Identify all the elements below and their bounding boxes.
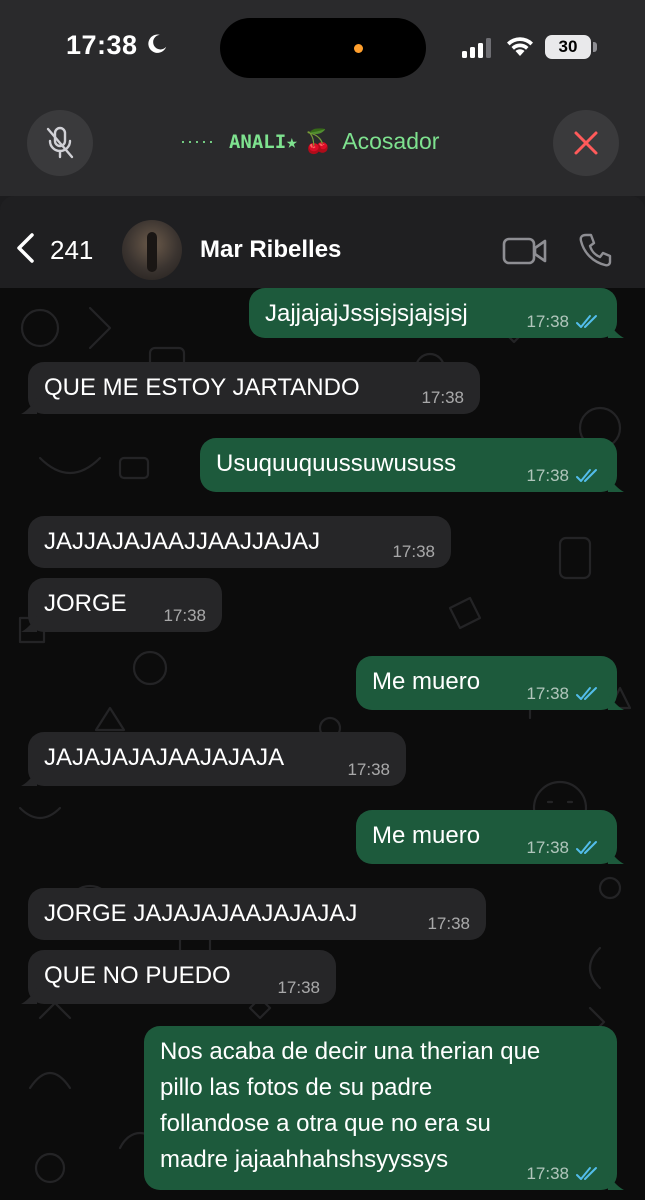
incoming-message[interactable]: JAJJAJAJAAJJAAJJAJAJ 17:38 bbox=[28, 516, 451, 568]
bubble-tail bbox=[608, 694, 624, 710]
message-timestamp: 17:38 bbox=[277, 978, 320, 997]
message-meta: 17:38 bbox=[526, 312, 601, 332]
avatar-photo-figure bbox=[147, 232, 157, 272]
message-timestamp: 17:38 bbox=[163, 606, 206, 625]
message-text: JAJAJAJAJAAJAJAJA bbox=[44, 744, 285, 771]
message-meta: 17:38 bbox=[526, 1164, 601, 1184]
video-call-icon[interactable] bbox=[502, 236, 548, 266]
status-bar: 17:38 30 bbox=[0, 0, 645, 96]
message-text: JORGE JAJAJAJAAJAJAJAJ bbox=[44, 900, 358, 927]
end-call-button[interactable] bbox=[553, 110, 619, 176]
signal-icon bbox=[462, 38, 491, 58]
message-meta: 17:38 bbox=[347, 760, 390, 780]
message-text: JAJJAJAJAAJJAAJJAJAJ bbox=[44, 528, 321, 555]
dynamic-island bbox=[220, 18, 426, 78]
bubble-tail bbox=[608, 322, 624, 338]
double-check-read-icon bbox=[576, 315, 597, 328]
message-meta: 17:38 bbox=[526, 684, 601, 704]
bubble-tail bbox=[608, 848, 624, 864]
message-timestamp: 17:38 bbox=[421, 388, 464, 407]
message-timestamp: 17:38 bbox=[526, 684, 569, 703]
avatar[interactable] bbox=[122, 220, 182, 280]
message-timestamp: 17:38 bbox=[347, 760, 390, 779]
bubble-tail bbox=[21, 398, 37, 414]
incoming-message[interactable]: JAJAJAJAJAAJAJAJA 17:38 bbox=[21, 732, 406, 786]
incoming-message[interactable]: JORGE JAJAJAJAAJAJAJAJ 17:38 bbox=[28, 888, 486, 940]
message-timestamp: 17:38 bbox=[427, 914, 470, 933]
recording-indicator-dot bbox=[354, 44, 363, 53]
message-timestamp: 17:38 bbox=[526, 466, 569, 485]
double-check-read-icon bbox=[576, 469, 597, 482]
message-meta: 17:38 bbox=[392, 542, 435, 562]
bubble-tail bbox=[21, 988, 37, 1004]
contact-name[interactable]: Mar Ribelles bbox=[200, 236, 341, 264]
message-timestamp: 17:38 bbox=[526, 838, 569, 857]
outgoing-message[interactable]: Me muero 17:38 bbox=[356, 810, 624, 864]
double-check-read-icon bbox=[576, 1167, 597, 1180]
outgoing-message[interactable]: Usuquuquussuwususs 17:38 bbox=[200, 438, 624, 492]
message-timestamp: 17:38 bbox=[526, 1164, 569, 1183]
incoming-message[interactable]: QUE NO PUEDO 17:38 bbox=[21, 950, 336, 1004]
outgoing-message[interactable]: Me muero 17:38 bbox=[356, 656, 624, 710]
microphone-off-icon bbox=[46, 126, 74, 159]
message-meta: 17:38 bbox=[421, 388, 464, 408]
incoming-message[interactable]: QUE ME ESTOY JARTANDO 17:38 bbox=[21, 362, 480, 414]
cherry-emoji: 🍒 bbox=[303, 128, 333, 154]
wifi-icon bbox=[507, 37, 533, 56]
call-name-styled: ANALI★ bbox=[228, 130, 298, 153]
status-time: 17:38 bbox=[66, 30, 138, 60]
bubble-tail bbox=[608, 1174, 624, 1190]
moon-icon bbox=[148, 34, 167, 53]
chevron-left-icon[interactable] bbox=[14, 232, 36, 264]
call-title[interactable]: ····· ANALI★ 🍒 Acosador bbox=[180, 128, 439, 155]
ongoing-call-bar[interactable]: ····· ANALI★ 🍒 Acosador bbox=[0, 96, 645, 196]
phone-call-icon[interactable] bbox=[578, 232, 612, 268]
message-text: QUE ME ESTOY JARTANDO bbox=[44, 374, 360, 401]
double-check-read-icon bbox=[576, 841, 597, 854]
message-timestamp: 17:38 bbox=[526, 312, 569, 331]
close-icon bbox=[574, 131, 598, 155]
bubble-tail bbox=[21, 770, 37, 786]
chat-header: 241 Mar Ribelles bbox=[0, 196, 645, 288]
incoming-message[interactable]: JORGE 17:38 bbox=[21, 578, 222, 632]
call-activity-dots: ····· bbox=[180, 131, 215, 151]
message-meta: 17:38 bbox=[277, 978, 320, 998]
message-timestamp: 17:38 bbox=[392, 542, 435, 561]
call-name-text: Acosador bbox=[342, 128, 440, 154]
outgoing-message[interactable]: Nos acaba de decir una therian que pillo… bbox=[144, 1026, 624, 1190]
bubble-tail bbox=[608, 476, 624, 492]
bubble-tail bbox=[21, 616, 37, 632]
back-unread-count[interactable]: 241 bbox=[50, 235, 93, 266]
message-meta: 17:38 bbox=[427, 914, 470, 934]
mute-button[interactable] bbox=[27, 110, 93, 176]
message-meta: 17:38 bbox=[163, 606, 206, 626]
message-meta: 17:38 bbox=[526, 466, 601, 486]
battery-cap bbox=[593, 42, 597, 52]
outgoing-message[interactable]: JajjajajJssjsjsjajsjsj 17:38 bbox=[249, 288, 624, 338]
battery-icon: 30 bbox=[545, 35, 591, 59]
double-check-read-icon bbox=[576, 687, 597, 700]
message-meta: 17:38 bbox=[526, 838, 601, 858]
message-text: Nos acaba de decir una therian que pillo… bbox=[160, 1038, 541, 1173]
